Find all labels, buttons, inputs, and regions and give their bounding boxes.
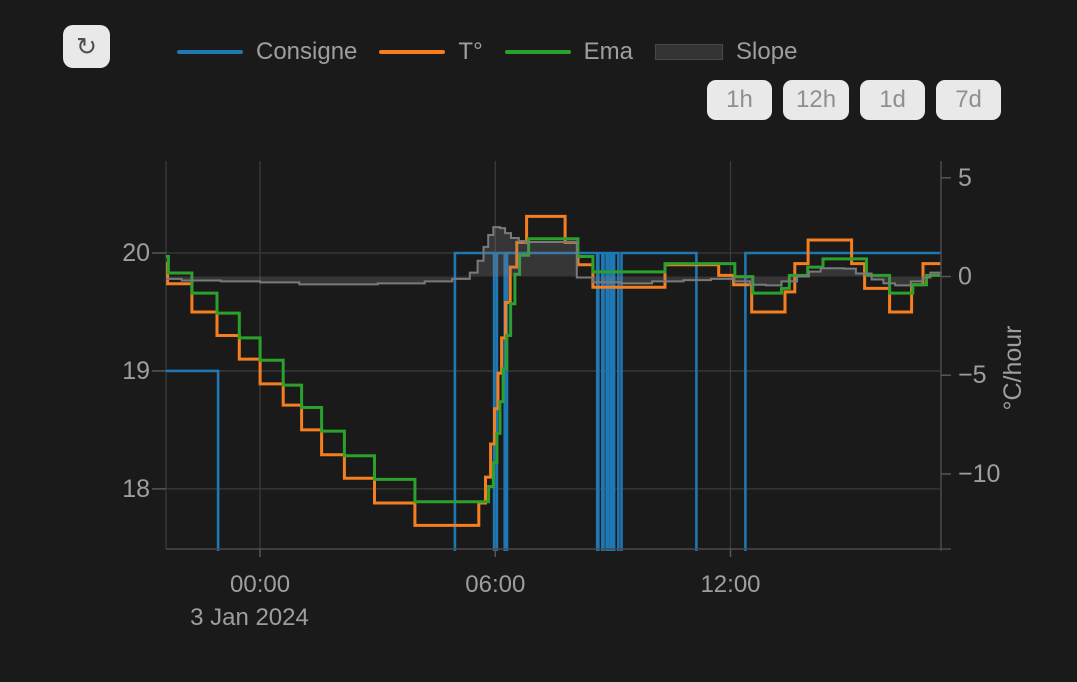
y-right-tick-label: 5: [958, 164, 972, 192]
consigne-line: [166, 253, 941, 571]
chart-canvas[interactable]: 20 19 18 5 0 −5 −10 00:00 06:00 12:00 3 Jan 2024 °C…: [0, 0, 1077, 682]
y-left-tick-label: 19: [122, 357, 150, 385]
y-left-tick-label: 18: [122, 475, 150, 503]
x-date-label: 3 Jan 2024: [190, 604, 309, 631]
slope-area: [166, 227, 941, 285]
plot-area[interactable]: [166, 216, 941, 571]
y-left-tick-label: 20: [122, 239, 150, 267]
y-right-tick-label: 0: [958, 263, 972, 291]
y-right-tick-label: −10: [958, 460, 1000, 488]
x-tick-label: 06:00: [465, 571, 525, 598]
y-right-axis-title: °C/hour: [999, 325, 1027, 410]
y-right-tick-label: −5: [958, 361, 987, 389]
x-tick-label: 00:00: [230, 571, 290, 598]
x-tick-label: 12:00: [700, 571, 760, 598]
chart-card: ↻ Consigne T° Ema Slope 1h 12h 1d 7d 201…: [0, 0, 1077, 682]
